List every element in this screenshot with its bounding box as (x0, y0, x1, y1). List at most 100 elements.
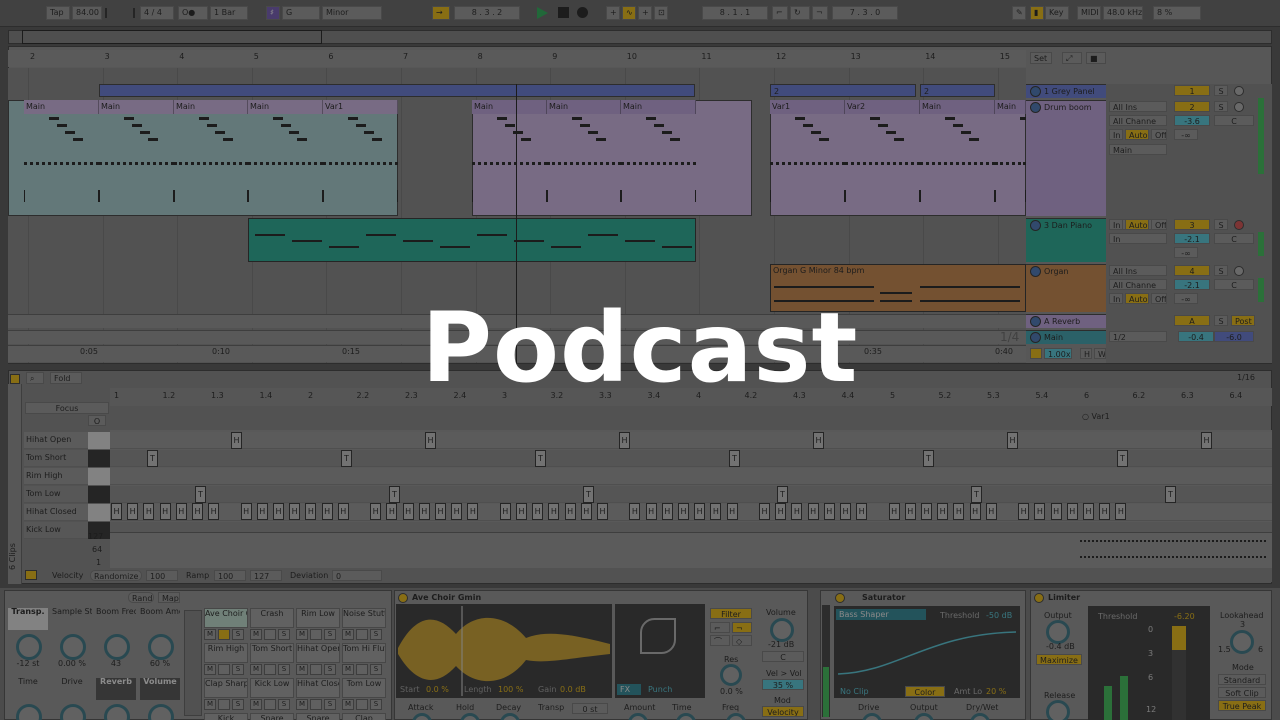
track-output-select[interactable]: Main (1109, 144, 1167, 155)
pad-solo-button[interactable]: S (370, 699, 382, 710)
randomize-button[interactable]: Randomize (90, 570, 142, 581)
hihat-closed-note[interactable]: H (1066, 503, 1078, 520)
hihat-open-note[interactable]: H (813, 432, 824, 449)
drum-pad[interactable]: Tom Short (250, 643, 294, 663)
drum-pad[interactable]: Clap (342, 713, 386, 720)
track-input-select[interactable]: All Ins (1109, 265, 1167, 276)
pad-solo-button[interactable]: S (324, 699, 336, 710)
pad-play-icon[interactable] (218, 664, 230, 675)
auto-button[interactable]: Auto (1125, 129, 1149, 140)
tom-short-note[interactable]: T (1117, 450, 1128, 467)
hihat-closed-note[interactable]: H (710, 503, 722, 520)
pad-mute-button[interactable]: M (250, 629, 262, 640)
hihat-closed-note[interactable]: H (111, 503, 122, 520)
hihat-closed-note[interactable]: H (1018, 503, 1030, 520)
solo-button[interactable]: S (1214, 219, 1228, 230)
hihat-closed-note[interactable]: H (321, 503, 333, 520)
macro-knob[interactable] (148, 634, 174, 660)
hihat-closed-note[interactable]: H (823, 503, 835, 520)
hihat-closed-note[interactable]: H (159, 503, 171, 520)
arm-icon[interactable] (1234, 220, 1244, 230)
pad-mute-button[interactable]: M (296, 699, 308, 710)
hihat-closed-note[interactable]: H (435, 503, 446, 520)
track-number-button[interactable]: 4 (1174, 265, 1210, 276)
tom-short-note[interactable]: T (147, 450, 158, 467)
scale-icon[interactable]: ♯ (266, 6, 280, 20)
drum-pad[interactable]: Hihat Open (296, 643, 340, 663)
drum-pad[interactable]: Tom Low (342, 678, 386, 698)
metronome-interval-select[interactable]: 1 Bar (210, 6, 248, 20)
simpler-power-icon[interactable] (398, 593, 408, 603)
track-fold-icon[interactable] (1030, 220, 1041, 231)
ramp-to-field[interactable]: 127 (250, 570, 282, 581)
hihat-closed-note[interactable]: H (807, 503, 819, 520)
lookahead-knob[interactable] (1230, 630, 1254, 654)
filter-type-notch[interactable]: ◇ (732, 635, 752, 646)
hihat-closed-note[interactable]: H (985, 503, 997, 520)
limiter-threshold-value[interactable]: -6.20 (1174, 613, 1195, 621)
tom-low-note[interactable]: T (195, 486, 206, 503)
pad-mute-button[interactable]: M (204, 664, 216, 675)
follow-button[interactable]: → (432, 6, 450, 20)
filter-button[interactable]: Filter (710, 608, 752, 619)
length-value[interactable]: 100 % (498, 686, 523, 694)
hihat-open-note[interactable]: H (425, 432, 436, 449)
limiter-threshold-slider[interactable] (1172, 626, 1186, 720)
hihat-closed-note[interactable]: H (1115, 503, 1127, 520)
vel-vol-field[interactable]: 35 % (762, 679, 804, 690)
track-header-2[interactable]: Drum boom (1026, 100, 1106, 216)
loop-length-field[interactable]: 7 . 3 . 0 (832, 6, 898, 20)
set-button[interactable]: Set (1030, 52, 1052, 64)
pad-mute-button[interactable]: M (250, 664, 262, 675)
pad-grid-overview[interactable] (184, 610, 202, 716)
pad-solo-button[interactable]: S (370, 629, 382, 640)
drum-pad[interactable]: Ave Choir Gmin (204, 608, 248, 628)
res-knob[interactable] (720, 664, 742, 686)
hihat-closed-note[interactable]: H (856, 503, 868, 520)
tom-short-note[interactable]: T (535, 450, 546, 467)
arm-icon[interactable] (1234, 266, 1244, 276)
solo-button[interactable]: S (1214, 265, 1228, 276)
track-input-select[interactable]: All Ins (1109, 101, 1167, 112)
filter-type-lp[interactable]: ⌐ (710, 622, 730, 633)
stop-icon[interactable] (558, 7, 569, 18)
hihat-closed-note[interactable]: H (694, 503, 706, 520)
gain-value[interactable]: 0.0 dB (560, 686, 586, 694)
play-icon[interactable] (537, 7, 548, 19)
pad-mute-button[interactable]: M (342, 664, 354, 675)
pad-mute-button[interactable]: M (204, 629, 216, 640)
locator-clip-2[interactable]: 2 (920, 84, 995, 97)
pad-play-icon[interactable] (218, 629, 230, 640)
track-volume-field[interactable]: -2.1 (1174, 233, 1210, 244)
hihat-closed-note[interactable]: H (937, 503, 949, 520)
pad-play-icon[interactable] (310, 699, 322, 710)
rand-button[interactable]: Rand (128, 592, 154, 603)
hihat-open-note[interactable]: H (1201, 432, 1212, 449)
nudge-icon[interactable] (105, 8, 135, 18)
off-button[interactable]: Off (1151, 129, 1167, 140)
hihat-closed-note[interactable]: H (1099, 503, 1111, 520)
hihat-closed-note[interactable]: H (418, 503, 430, 520)
hihat-closed-note[interactable]: H (208, 503, 220, 520)
pad-mute-button[interactable]: M (342, 699, 354, 710)
solo-button[interactable]: S (1214, 101, 1228, 112)
scale-select[interactable]: Minor (322, 6, 382, 20)
track-volume-field[interactable]: -2.1 (1174, 279, 1210, 290)
beat-ruler[interactable] (8, 50, 1026, 67)
no-clip-toggle[interactable]: No Clip (840, 688, 869, 696)
ramp-from-field[interactable]: 100 (214, 570, 246, 581)
pad-solo-button[interactable]: S (278, 664, 290, 675)
drum-pad[interactable]: Snare (250, 713, 294, 720)
start-value[interactable]: 0.0 % (426, 686, 449, 694)
loop-start-field[interactable]: 8 . 1 . 1 (702, 6, 768, 20)
drum-row-key[interactable] (88, 432, 110, 449)
arm-icon[interactable] (1234, 102, 1244, 112)
hihat-closed-note[interactable]: H (499, 503, 511, 520)
tap-button[interactable]: Tap (46, 6, 70, 20)
pad-mute-button[interactable]: M (204, 699, 216, 710)
arm-icon[interactable] (1234, 86, 1244, 96)
capture-icon[interactable]: ⊡ (654, 6, 668, 20)
key-map-button[interactable]: ▮ (1030, 6, 1044, 20)
pad-play-icon[interactable] (356, 664, 368, 675)
hihat-closed-note[interactable]: H (289, 503, 301, 520)
